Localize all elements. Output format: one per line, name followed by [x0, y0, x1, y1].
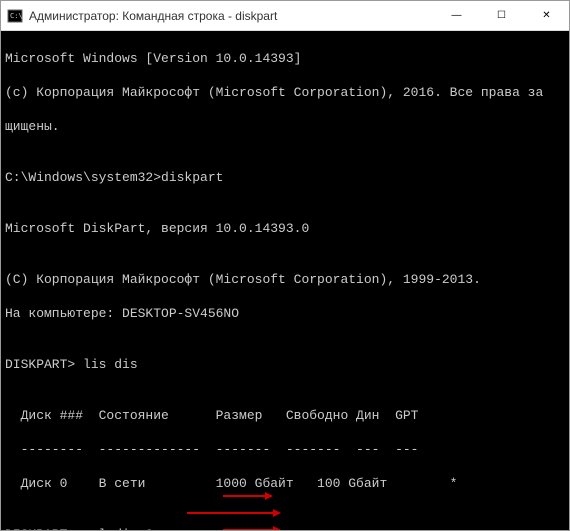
annotation-arrow-icon [223, 491, 281, 530]
window-controls: — ☐ ✕ [434, 1, 569, 30]
svg-text:C:\: C:\ [10, 12, 23, 20]
console-output[interactable]: Microsoft Windows [Version 10.0.14393] (… [1, 31, 569, 530]
titlebar[interactable]: C:\ Администратор: Командная строка - di… [1, 1, 569, 31]
console-line: щищены. [5, 118, 565, 135]
minimize-button[interactable]: — [434, 1, 479, 30]
console-line: Microsoft DiskPart, версия 10.0.14393.0 [5, 220, 565, 237]
console-line: Microsoft Windows [Version 10.0.14393] [5, 50, 565, 67]
console-line: -------- ------------- ------- ------- -… [5, 441, 565, 458]
console-icon: C:\ [7, 8, 23, 24]
close-button[interactable]: ✕ [524, 1, 569, 30]
console-line: C:\Windows\system32>diskpart [5, 169, 565, 186]
console-window: C:\ Администратор: Командная строка - di… [0, 0, 570, 531]
console-line: Диск ### Состояние Размер Свободно Дин G… [5, 407, 565, 424]
console-line: DISKPART> sel dis 0 [5, 526, 565, 530]
console-line: На компьютере: DESKTOP-SV456NO [5, 305, 565, 322]
window-title: Администратор: Командная строка - diskpa… [29, 9, 434, 23]
console-line: Диск 0 В сети 1000 Gбайт 100 Gбайт * [5, 475, 565, 492]
console-line: DISKPART> lis dis [5, 356, 565, 373]
console-line: (C) Корпорация Майкрософт (Microsoft Cor… [5, 271, 565, 288]
annotation-arrow-icon [223, 457, 273, 530]
console-line: (c) Корпорация Майкрософт (Microsoft Cor… [5, 84, 565, 101]
maximize-button[interactable]: ☐ [479, 1, 524, 30]
